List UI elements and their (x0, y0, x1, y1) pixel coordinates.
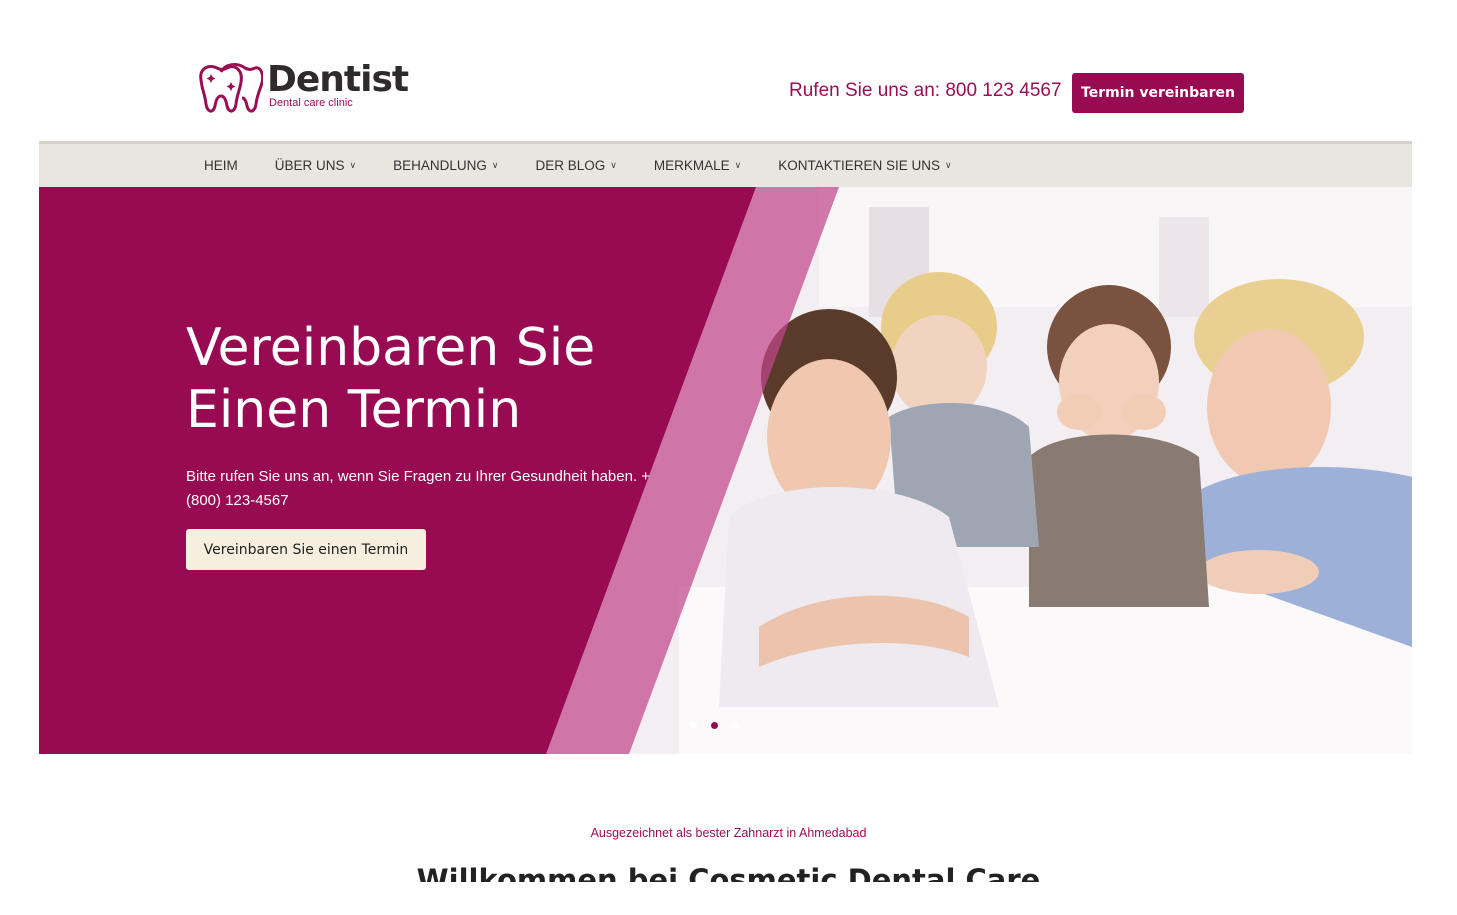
slider-dot-2[interactable] (711, 722, 718, 729)
nav-item-kontaktieren-sie-uns[interactable]: KONTAKTIEREN SIE UNS ∨ (778, 158, 951, 173)
slider-dot-3[interactable] (732, 722, 739, 729)
nav-item-behandlung[interactable]: BEHANDLUNG ∨ (393, 158, 498, 173)
slider-dots (690, 722, 753, 729)
chevron-down-icon: ∨ (734, 160, 742, 170)
nav-item-label: KONTAKTIEREN SIE UNS (778, 158, 941, 173)
hero-description: Bitte rufen Sie uns an, wenn Sie Fragen … (186, 468, 651, 509)
nav-item-label: DER BLOG (535, 158, 606, 173)
chevron-down-icon: ∨ (491, 160, 499, 170)
nav-item-über-uns[interactable]: ÜBER UNS ∨ (275, 158, 356, 173)
nav-item-label: BEHANDLUNG (393, 158, 487, 173)
header-phone[interactable]: Rufen Sie uns an: 800 123 4567 (789, 80, 1062, 102)
nav-list: HEIM ÜBER UNS ∨ BEHANDLUNG ∨ DER BLOG ∨ MERKMAL… (204, 144, 989, 187)
hero-title: Vereinbaren Sie Einen Termin (186, 318, 596, 440)
book-appointment-button[interactable]: Termin vereinbaren (1072, 73, 1244, 113)
nav-item-label: HEIM (204, 158, 238, 173)
nav-item-merkmale[interactable]: MERKMALE ∨ (654, 158, 741, 173)
nav-item-label: ÜBER UNS (274, 158, 345, 173)
main-nav: HEIM ÜBER UNS ∨ BEHANDLUNG ∨ DER BLOG ∨ MERKMAL… (39, 141, 1412, 187)
slider-dot-1[interactable] (690, 722, 697, 729)
chevron-down-icon: ∨ (349, 160, 357, 170)
nav-item-der-blog[interactable]: DER BLOG ∨ (535, 158, 616, 173)
logo-title: Dentist (267, 59, 409, 100)
nav-item-label: MERKMALE (653, 158, 730, 173)
chevron-down-icon: ∨ (945, 160, 952, 170)
section-title: Willkommen bei Cosmetic Dental Care (416, 863, 1041, 882)
hero-appointment-button[interactable]: Vereinbaren Sie einen Termin (186, 529, 426, 570)
nav-item-heim[interactable]: HEIM (204, 158, 238, 173)
section-kicker: Ausgezeichnet als bester Zahnarzt in Ahm… (590, 826, 867, 840)
site-logo[interactable]: Dentist Dental care clinic (195, 60, 425, 118)
hero-slider: Vereinbaren Sie Einen Termin Bitte rufen… (39, 187, 1412, 754)
chevron-down-icon: ∨ (610, 160, 617, 170)
tooth-logo-icon (199, 63, 263, 113)
